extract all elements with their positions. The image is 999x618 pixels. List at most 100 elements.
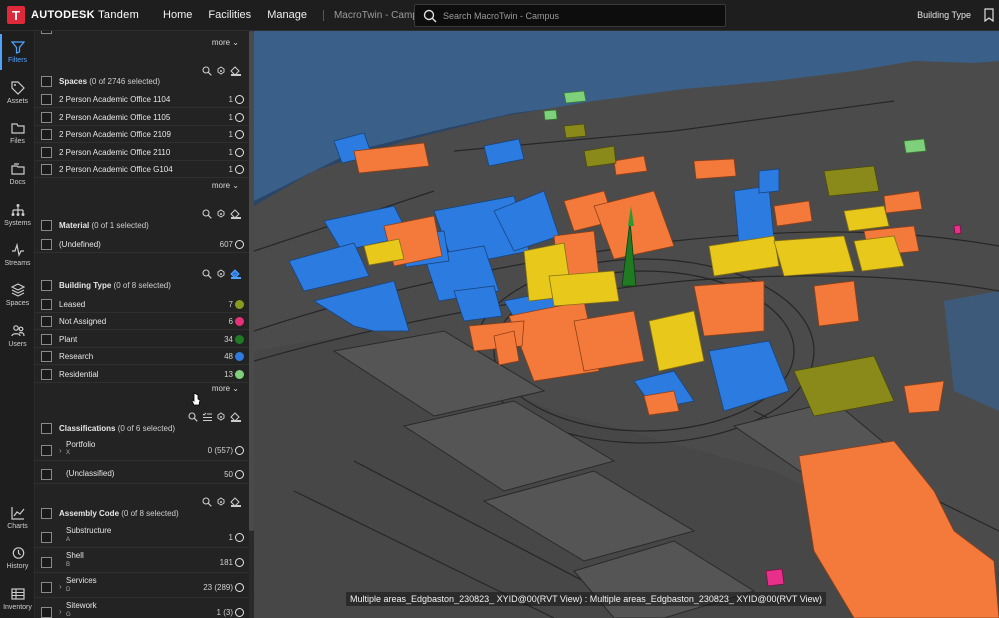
list-item[interactable]: (Unclassified) 50	[35, 464, 249, 484]
checkbox[interactable]	[41, 299, 52, 310]
rail-assets[interactable]: Assets	[0, 81, 35, 105]
checkbox[interactable]	[41, 239, 52, 250]
more-toggle[interactable]: more ⌄	[212, 181, 239, 190]
checkbox[interactable]	[41, 31, 52, 34]
color-swatch[interactable]	[235, 533, 244, 542]
rail-users-label: Users	[8, 341, 27, 348]
list-item[interactable]: Plant 34	[35, 331, 249, 348]
checkbox[interactable]	[41, 508, 52, 519]
checkbox[interactable]	[41, 423, 52, 434]
checkbox[interactable]	[41, 76, 52, 87]
nav-facilities[interactable]: Facilities	[208, 9, 251, 21]
chevron-right-icon[interactable]: ›	[59, 607, 62, 616]
search-input[interactable]	[443, 10, 703, 21]
checkbox[interactable]	[41, 147, 52, 158]
assembly-code-header[interactable]: Assembly Code (0 of 8 selected)	[35, 505, 249, 522]
color-swatch[interactable]	[235, 240, 244, 249]
list-item[interactable]: Residential 13	[35, 366, 249, 383]
more-toggle[interactable]: more ⌄	[212, 384, 239, 393]
rail-streams[interactable]: Streams	[0, 243, 35, 267]
building-type-label[interactable]: Building Type	[917, 10, 971, 20]
checkbox[interactable]	[41, 532, 52, 543]
color-swatch[interactable]	[235, 608, 244, 617]
list-item[interactable]: › Portfolio X 0 (557)	[35, 439, 249, 461]
checkbox[interactable]	[41, 280, 52, 291]
checkbox[interactable]	[41, 557, 52, 568]
list-item[interactable]: 2 Person Academic Office G104 1	[35, 161, 249, 178]
color-swatch[interactable]	[235, 470, 244, 479]
rail-users[interactable]: Users	[0, 324, 35, 348]
checkbox[interactable]	[41, 582, 52, 593]
color-swatch[interactable]	[235, 370, 244, 379]
checkbox[interactable]	[41, 607, 52, 618]
color-swatch[interactable]	[235, 165, 244, 174]
checkbox[interactable]	[41, 351, 52, 362]
list-item[interactable]: Substructure A 1	[35, 525, 249, 548]
color-swatch[interactable]	[235, 317, 244, 326]
list-item[interactable]: › Services D 23 (289)	[35, 575, 249, 598]
item-count: 607	[219, 240, 233, 249]
building-type-header[interactable]: Building Type (0 of 8 selected)	[35, 277, 249, 294]
list-item[interactable]	[35, 31, 249, 37]
color-swatch[interactable]	[235, 300, 244, 309]
list-item[interactable]: › Sitework G 1 (3)	[35, 600, 249, 618]
campus-3d-model[interactable]	[254, 31, 999, 618]
checkbox[interactable]	[41, 316, 52, 327]
checkbox[interactable]	[41, 334, 52, 345]
checkbox[interactable]	[41, 220, 52, 231]
color-swatch[interactable]	[235, 446, 244, 455]
bookmark-icon[interactable]	[983, 8, 995, 22]
rail-systems[interactable]: Systems	[0, 203, 35, 227]
item-label: (Unclassified)	[66, 469, 115, 478]
list-item[interactable]: 2 Person Academic Office 2109 1	[35, 126, 249, 143]
checkbox[interactable]	[41, 94, 52, 105]
list-item[interactable]: 2 Person Academic Office 1104 1	[35, 91, 249, 108]
color-swatch[interactable]	[235, 95, 244, 104]
color-swatch[interactable]	[235, 352, 244, 361]
nav-manage[interactable]: Manage	[267, 9, 307, 21]
checkbox[interactable]	[41, 129, 52, 140]
list-item[interactable]: Not Assigned 6	[35, 313, 249, 330]
chevron-right-icon[interactable]: ›	[59, 446, 62, 455]
mouse-cursor-icon	[191, 392, 201, 406]
app-logo[interactable]: T AUTODESK Tandem	[7, 6, 139, 24]
checkbox[interactable]	[41, 469, 52, 480]
top-bar: T AUTODESK Tandem Home Facilities Manage…	[0, 0, 999, 31]
logo-brand: AUTODESK	[31, 9, 95, 21]
list-item[interactable]: Shell B 181	[35, 550, 249, 573]
checkbox[interactable]	[41, 369, 52, 380]
color-swatch[interactable]	[235, 583, 244, 592]
checkbox[interactable]	[41, 112, 52, 123]
rail-files[interactable]: Files	[0, 121, 35, 145]
rail-spaces[interactable]: Spaces	[0, 283, 35, 307]
classifications-header[interactable]: Classifications (0 of 6 selected)	[35, 420, 249, 437]
list-item[interactable]: 2 Person Academic Office 2110 1	[35, 144, 249, 161]
facility-breadcrumb[interactable]: MacroTwin - Campus	[322, 9, 428, 21]
search-box[interactable]	[414, 4, 726, 27]
item-count: 1	[228, 165, 233, 174]
color-swatch[interactable]	[235, 558, 244, 567]
material-header[interactable]: Material (0 of 1 selected)	[35, 217, 249, 234]
nav-home[interactable]: Home	[163, 9, 192, 21]
color-swatch[interactable]	[235, 148, 244, 157]
more-toggle[interactable]: more ⌄	[212, 38, 239, 47]
list-item[interactable]: 2 Person Academic Office 1105 1	[35, 109, 249, 126]
chevron-right-icon[interactable]: ›	[59, 582, 62, 591]
list-item[interactable]: (Undefined) 607	[35, 236, 249, 253]
rail-history[interactable]: History	[0, 546, 35, 570]
spaces-header[interactable]: Spaces (0 of 2746 selected)	[35, 73, 249, 90]
rail-inventory[interactable]: Inventory	[0, 587, 35, 611]
item-count: 1	[228, 533, 233, 542]
rail-docs[interactable]: Docs	[0, 162, 35, 186]
color-swatch[interactable]	[235, 335, 244, 344]
rail-charts[interactable]: Charts	[0, 506, 35, 530]
rail-filters[interactable]: Filters	[0, 34, 35, 70]
checkbox[interactable]	[41, 445, 52, 456]
checkbox[interactable]	[41, 164, 52, 175]
color-swatch[interactable]	[235, 113, 244, 122]
list-item[interactable]: Leased 7	[35, 296, 249, 313]
color-swatch[interactable]	[235, 130, 244, 139]
list-item[interactable]: Research 48	[35, 348, 249, 365]
pulse-icon	[11, 243, 24, 257]
model-viewer[interactable]	[254, 31, 999, 618]
